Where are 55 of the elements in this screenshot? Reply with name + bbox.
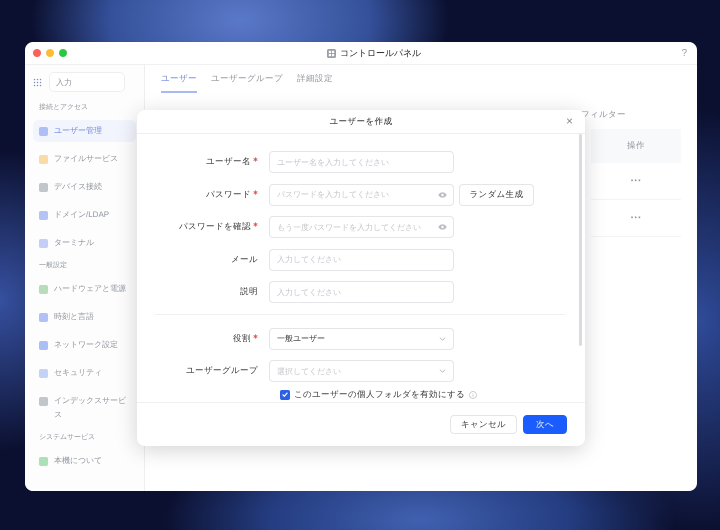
- sidebar-item[interactable]: ファイルサービス: [33, 148, 136, 170]
- required-icon: [253, 190, 258, 194]
- minimize-window-button[interactable]: [46, 49, 54, 57]
- field-label: ユーザー名: [206, 156, 251, 168]
- checkbox[interactable]: [280, 390, 290, 400]
- dropdown-field[interactable]: 一般ユーザー: [269, 328, 454, 350]
- search-field[interactable]: 入力: [49, 72, 125, 92]
- tab[interactable]: ユーザー: [161, 67, 197, 93]
- field-label: パスワード: [206, 188, 251, 200]
- required-icon: [253, 157, 258, 162]
- field-label: メール: [231, 254, 258, 266]
- close-button[interactable]: ×: [566, 114, 573, 128]
- dialog-title: ユーザーを作成: [330, 116, 392, 128]
- dropdown-field[interactable]: 選択してください: [269, 360, 454, 382]
- field-label: 役割: [233, 332, 251, 344]
- eye-icon[interactable]: [438, 224, 447, 230]
- info-icon[interactable]: [469, 390, 477, 398]
- sidebar-item[interactable]: インデックスサービス: [33, 390, 136, 426]
- sidebar-item[interactable]: ネットワーク設定: [33, 334, 136, 356]
- cancel-button[interactable]: キャンセル: [450, 415, 517, 434]
- chevron-down-icon: [439, 369, 446, 373]
- password-field[interactable]: パスワードを入力してください: [269, 184, 454, 206]
- sidebar-item[interactable]: デバイス接続: [33, 176, 136, 198]
- scrollbar[interactable]: [579, 134, 582, 346]
- sidebar-item[interactable]: 本機について: [33, 450, 136, 472]
- checkbox-label: このユーザーの個人フォルダを有効にする: [294, 388, 465, 400]
- close-window-button[interactable]: [33, 49, 41, 57]
- eye-icon[interactable]: [438, 192, 447, 198]
- field-label: 説明: [240, 286, 258, 298]
- input-field[interactable]: 入力してください: [269, 281, 454, 303]
- tab[interactable]: ユーザーグループ: [211, 67, 283, 93]
- required-icon: [253, 222, 258, 227]
- tab[interactable]: 詳細設定: [297, 67, 333, 93]
- field-label: ユーザーグループ: [186, 365, 258, 377]
- sidebar-item[interactable]: ユーザー管理: [33, 120, 136, 142]
- generate-random-button[interactable]: ランダム生成: [459, 184, 534, 206]
- required-icon: [253, 334, 258, 338]
- more-actions-button[interactable]: ···: [630, 212, 642, 224]
- sidebar-item[interactable]: ドメイン/LDAP: [33, 204, 136, 226]
- sidebar-item[interactable]: 時刻と言語: [33, 306, 136, 328]
- chevron-down-icon: [439, 336, 446, 340]
- input-field[interactable]: 入力してください: [269, 248, 454, 270]
- more-actions-button[interactable]: ···: [630, 175, 642, 187]
- sidebar-item[interactable]: ハードウェアと電源: [33, 278, 136, 300]
- zoom-window-button[interactable]: [59, 49, 67, 57]
- column-header: 操作: [627, 140, 645, 152]
- field-label: パスワードを確認: [179, 221, 251, 233]
- sidebar-item[interactable]: ターミナル: [33, 232, 136, 254]
- sidebar-item[interactable]: セキュリティ: [33, 362, 136, 384]
- next-button[interactable]: 次へ: [523, 415, 567, 434]
- window-title: コントロールパネル: [340, 46, 422, 60]
- grid-app-icon: [327, 48, 336, 58]
- apps-grid-icon[interactable]: [33, 78, 42, 86]
- input-field[interactable]: ユーザー名を入力してください: [269, 151, 454, 173]
- help-button[interactable]: ?: [681, 48, 687, 58]
